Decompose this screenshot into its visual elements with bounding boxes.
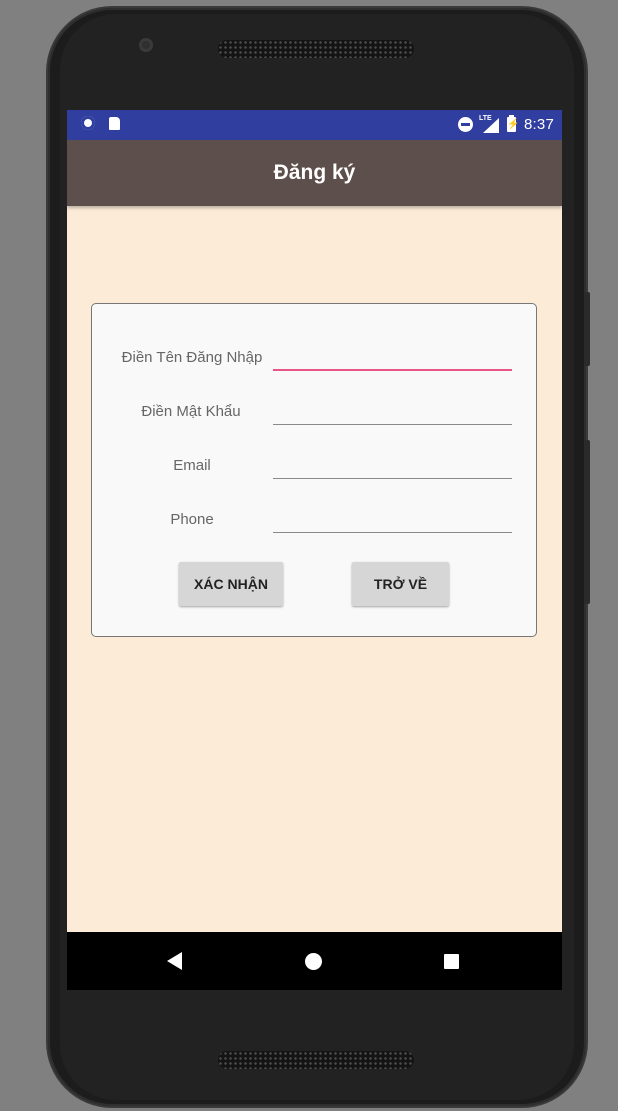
volume-button bbox=[584, 440, 590, 604]
lte-label: LTE bbox=[479, 114, 492, 122]
battery-charging-icon bbox=[507, 115, 516, 132]
screen: LTE 8:37 Đăng ký Điền Tên Đăng Nhập Điền… bbox=[67, 110, 562, 990]
back-button[interactable]: TRỞ VỀ bbox=[352, 562, 449, 606]
status-time: 8:37 bbox=[524, 116, 554, 133]
register-form-card: Điền Tên Đăng Nhập Điền Mật Khẩu Email P… bbox=[91, 303, 537, 637]
password-row: Điền Mật Khẩu bbox=[92, 395, 536, 435]
email-label: Email bbox=[173, 457, 211, 474]
navigation-bar bbox=[67, 932, 562, 990]
front-camera-icon bbox=[139, 38, 153, 52]
dnd-icon bbox=[458, 117, 473, 132]
username-input[interactable] bbox=[273, 341, 512, 371]
bottom-speaker bbox=[218, 1051, 414, 1069]
password-input[interactable] bbox=[273, 395, 512, 425]
email-row: Email bbox=[92, 449, 536, 489]
username-row: Điền Tên Đăng Nhập bbox=[92, 341, 536, 381]
phone-label: Phone bbox=[170, 511, 214, 528]
phone-input[interactable] bbox=[273, 503, 512, 533]
power-button bbox=[584, 292, 590, 366]
back-icon[interactable] bbox=[167, 952, 182, 970]
username-label: Điền Tên Đăng Nhập bbox=[121, 349, 263, 366]
sd-card-icon bbox=[109, 116, 120, 130]
page-title: Đăng ký bbox=[273, 161, 356, 184]
home-icon[interactable] bbox=[305, 953, 322, 970]
app-bar: Đăng ký bbox=[67, 140, 562, 206]
lte-signal-icon: LTE bbox=[479, 114, 499, 133]
record-icon bbox=[81, 116, 95, 130]
email-input[interactable] bbox=[273, 449, 512, 479]
phone-row: Phone bbox=[92, 503, 536, 543]
top-speaker bbox=[218, 40, 414, 58]
status-bar: LTE 8:37 bbox=[67, 110, 562, 140]
recents-icon[interactable] bbox=[444, 954, 459, 969]
password-label: Điền Mật Khẩu bbox=[141, 403, 241, 420]
confirm-button[interactable]: XÁC NHẬN bbox=[179, 562, 283, 606]
